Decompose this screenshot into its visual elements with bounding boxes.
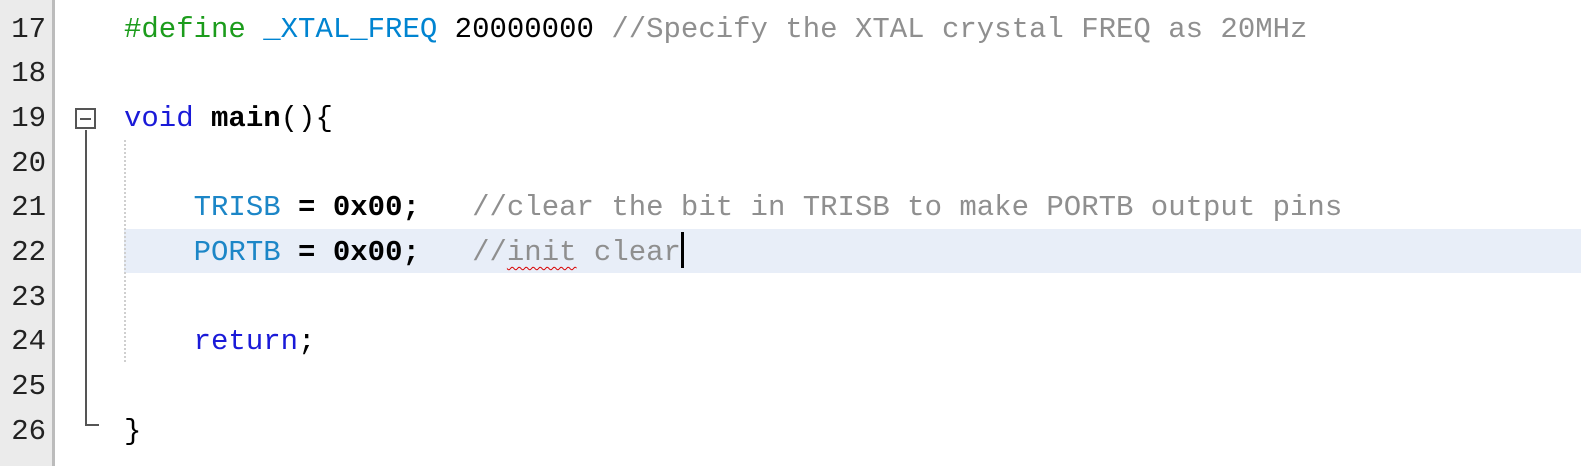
spelling-error-word[interactable]: init (507, 236, 577, 269)
function-name: main (211, 102, 281, 135)
line-number-gutter: 17 18 19 20 21 22 23 24 25 26 (0, 0, 55, 466)
assign-operator: = (298, 236, 316, 269)
line-number: 21 (11, 191, 46, 224)
line-number: 26 (11, 415, 46, 448)
keyword-return: return (193, 325, 299, 358)
comment-text: clear (576, 236, 681, 269)
line-number: 24 (11, 325, 46, 358)
macro-value: 20000000 (454, 13, 594, 46)
code-line-26[interactable]: } (124, 410, 141, 455)
semicolon: ; (298, 325, 316, 358)
code-line-21[interactable]: TRISB = 0x00; //clear the bit in TRISB t… (124, 186, 1343, 231)
line-number: 22 (11, 236, 46, 269)
line-number: 23 (11, 281, 46, 314)
keyword-void: void (124, 102, 194, 135)
line-number: 19 (11, 102, 46, 135)
function-parens-brace: (){ (280, 102, 333, 135)
code-editor[interactable]: 17 18 19 20 21 22 23 24 25 26 #define _X… (0, 0, 1581, 466)
assigned-value: 0x00; (332, 191, 420, 224)
fold-range-line (85, 130, 87, 426)
comment-slashes: // (472, 236, 507, 269)
fold-end-marker (85, 424, 99, 426)
code-line-19[interactable]: void main(){ (124, 97, 333, 142)
fold-margin (55, 0, 121, 466)
code-line-22[interactable]: PORTB = 0x00; //init clear (124, 231, 684, 276)
line-number: 25 (11, 370, 46, 403)
text-caret (680, 232, 684, 269)
code-comment: //Specify the XTAL crystal FREQ as 20MHz (611, 13, 1308, 46)
line-number: 18 (11, 57, 46, 90)
code-line-24[interactable]: return; (124, 320, 316, 365)
assign-operator: = (298, 191, 316, 224)
macro-name: _XTAL_FREQ (263, 13, 438, 46)
assigned-value: 0x00; (332, 236, 420, 269)
line-number: 17 (11, 13, 46, 46)
register-name: PORTB (193, 236, 281, 269)
line-number: 20 (11, 147, 46, 180)
register-name: TRISB (193, 191, 281, 224)
fold-collapse-icon[interactable] (75, 108, 96, 129)
preprocessor-directive: #define (124, 13, 246, 46)
closing-brace: } (124, 415, 142, 448)
code-line-17[interactable]: #define _XTAL_FREQ 20000000 //Specify th… (124, 8, 1307, 53)
code-comment: //clear the bit in TRISB to make PORTB o… (472, 191, 1343, 224)
